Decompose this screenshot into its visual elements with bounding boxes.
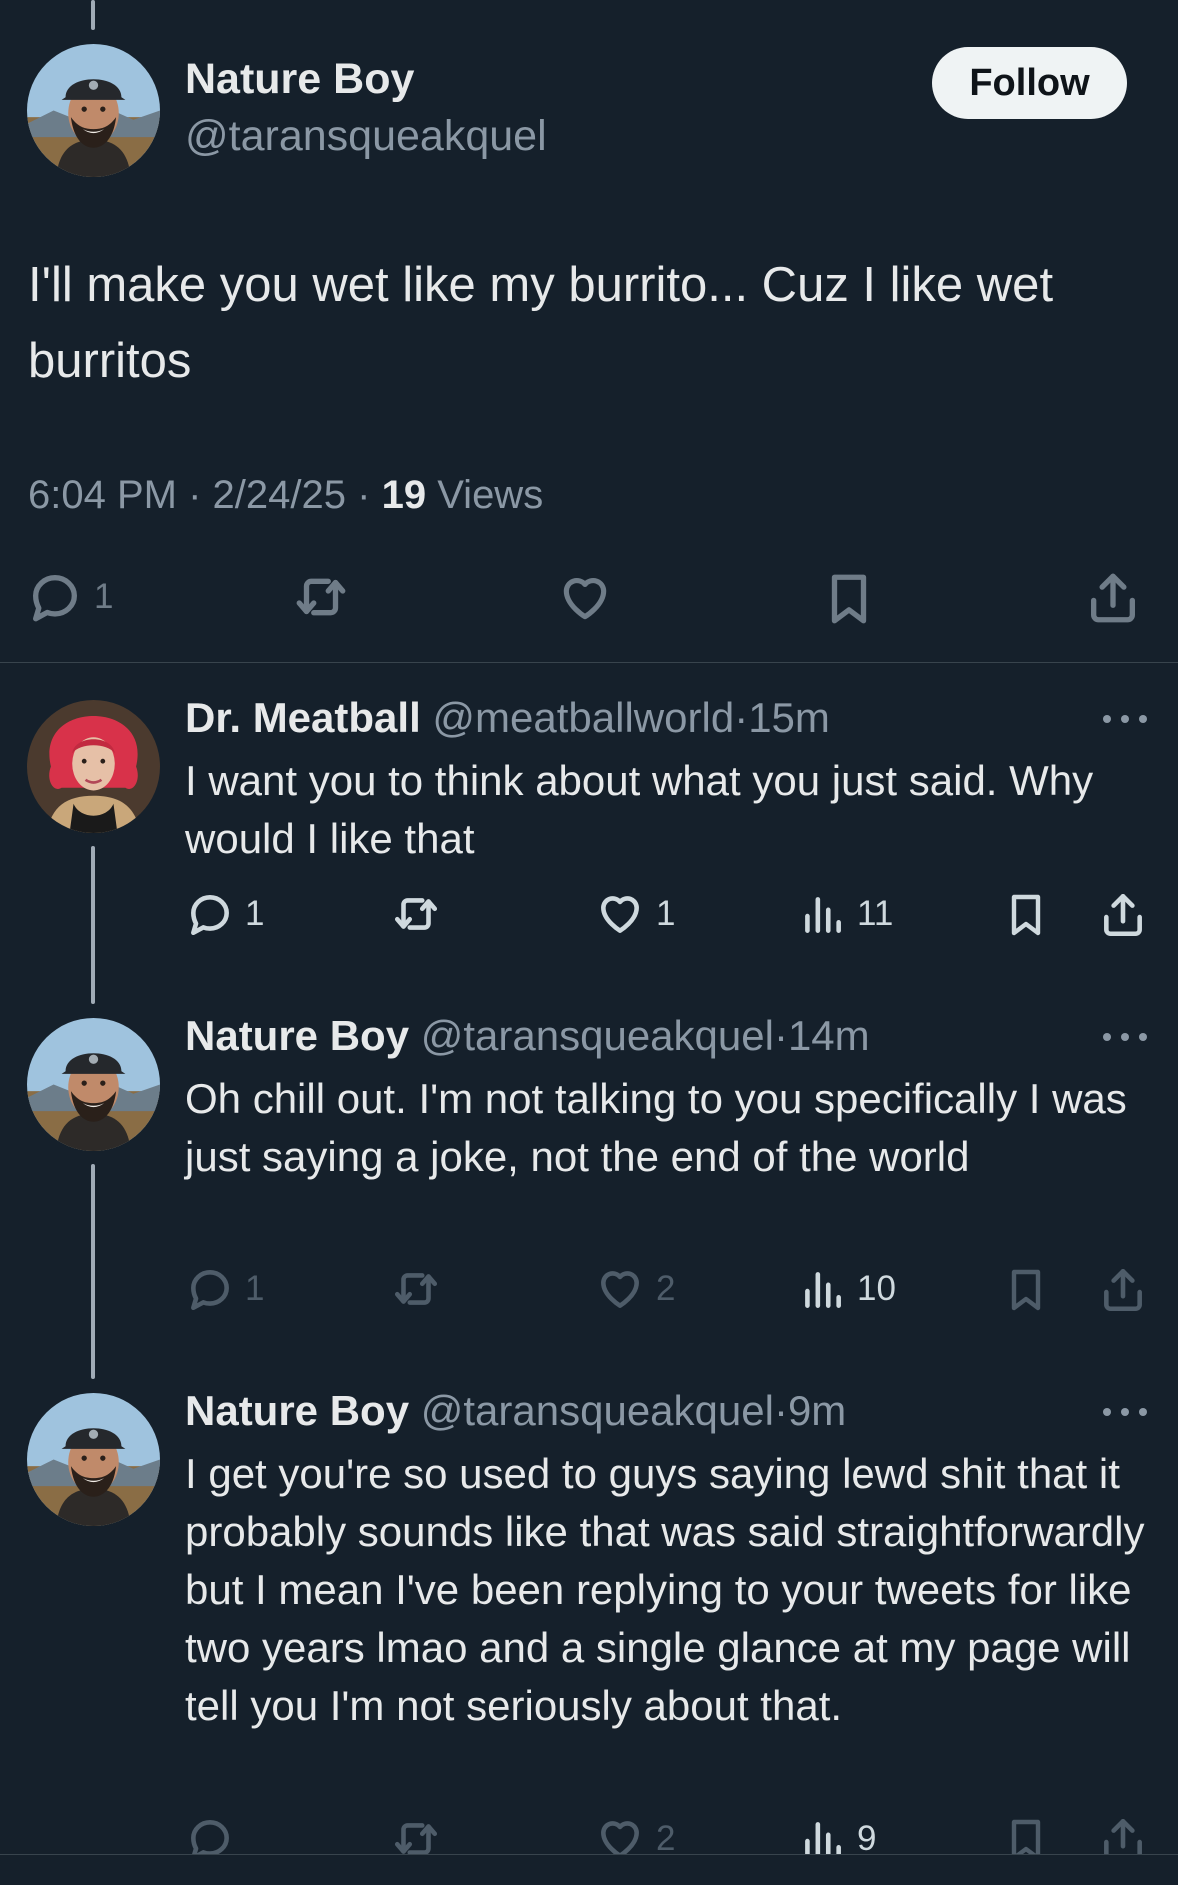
reply-icon <box>185 1814 235 1854</box>
reply-actions: 2 9 <box>0 0 1178 1854</box>
views-icon <box>797 1814 847 1854</box>
share-icon <box>1098 1814 1148 1854</box>
share-button[interactable] <box>1098 1814 1148 1854</box>
retweet-icon <box>388 1814 444 1854</box>
divider <box>0 1854 1178 1855</box>
reply-button[interactable] <box>185 1814 235 1854</box>
retweet-button[interactable] <box>388 1814 444 1854</box>
bookmark-button[interactable] <box>1002 1814 1050 1854</box>
views-button[interactable]: 9 <box>797 1814 876 1854</box>
bookmark-icon <box>1002 1814 1050 1854</box>
like-button[interactable]: 2 <box>594 1814 675 1854</box>
view-count: 9 <box>857 1819 877 1854</box>
like-icon <box>594 1814 646 1854</box>
like-count: 2 <box>656 1819 676 1854</box>
